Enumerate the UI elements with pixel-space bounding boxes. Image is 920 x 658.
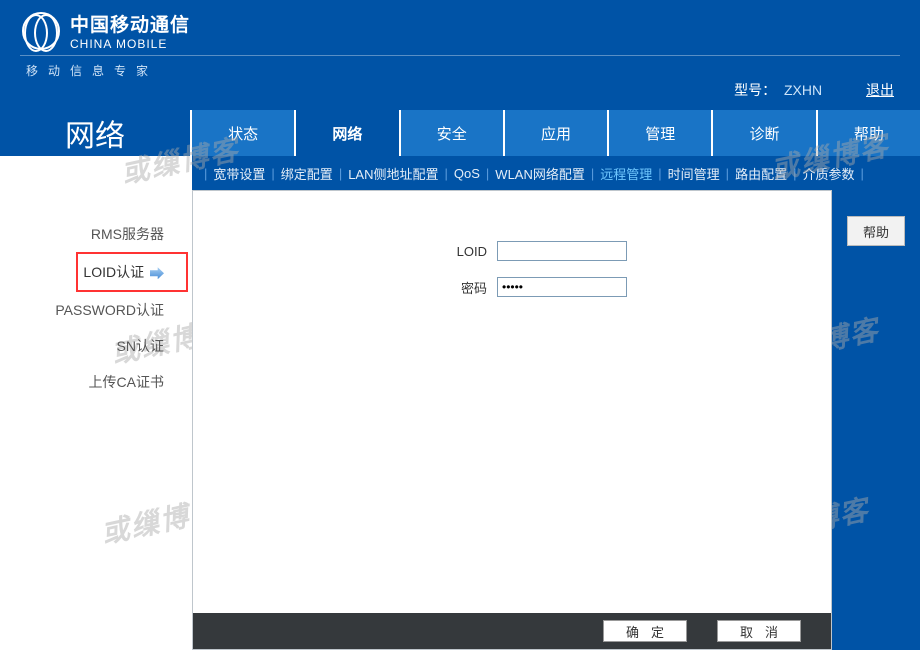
tab-help[interactable]: 帮助 <box>818 110 920 156</box>
tab-status[interactable]: 状态 <box>192 110 296 156</box>
sidebar-item-loid[interactable]: LOID认证 <box>76 252 188 292</box>
subnav-media[interactable]: 介质参数 <box>802 164 854 183</box>
sidebar-item-ca[interactable]: 上传CA证书 <box>0 364 192 400</box>
tab-security[interactable]: 安全 <box>401 110 505 156</box>
brand-text: 中国移动通信 CHINA MOBILE <box>70 10 190 51</box>
cancel-button[interactable]: 取消 <box>717 620 801 642</box>
right-bar: 帮助 <box>832 190 920 650</box>
sidebar-item-password[interactable]: PASSWORD认证 <box>0 292 192 328</box>
password-input[interactable] <box>497 277 627 297</box>
ok-button[interactable]: 确定 <box>603 620 687 642</box>
section-title: 网络 <box>0 110 192 156</box>
brand-slogan: 移动信息专家 <box>0 62 920 79</box>
action-bar: 确定 取消 <box>193 613 831 649</box>
tab-app[interactable]: 应用 <box>505 110 609 156</box>
loid-form: LOID 密码 <box>433 241 831 297</box>
subnav-qos[interactable]: QoS <box>454 166 480 181</box>
sidebar-item-label: LOID认证 <box>83 264 144 280</box>
brand-en: CHINA MOBILE <box>70 37 190 51</box>
subnav-route[interactable]: 路由配置 <box>735 164 787 183</box>
tab-diagnose[interactable]: 诊断 <box>713 110 817 156</box>
arrow-right-icon <box>150 267 164 279</box>
sidebar-item-sn[interactable]: SN认证 <box>0 328 192 364</box>
sidebar-item-rms[interactable]: RMS服务器 <box>0 216 192 252</box>
subnav-binding[interactable]: 绑定配置 <box>281 164 333 183</box>
tab-manage[interactable]: 管理 <box>609 110 713 156</box>
subnav-wlan[interactable]: WLAN网络配置 <box>495 164 585 183</box>
subnav-time[interactable]: 时间管理 <box>668 164 720 183</box>
subnav-lan[interactable]: LAN侧地址配置 <box>348 164 438 183</box>
header: 中国移动通信 CHINA MOBILE 移动信息专家 型号： ZXHN 退出 <box>0 0 920 110</box>
password-label: 密码 <box>433 278 487 297</box>
help-button[interactable]: 帮助 <box>847 216 905 246</box>
brand-cn: 中国移动通信 <box>70 10 190 37</box>
main-tabs: 状态 网络 安全 应用 管理 诊断 帮助 <box>192 110 920 156</box>
sidebar: RMS服务器 LOID认证 PASSWORD认证 SN认证 上传CA证书 <box>0 190 192 650</box>
model-value: ZXHN <box>784 82 822 98</box>
loid-input[interactable] <box>497 241 627 261</box>
subnav-remote[interactable]: 远程管理 <box>600 164 652 183</box>
brand-logo-icon <box>22 12 60 50</box>
loid-label: LOID <box>433 244 487 259</box>
header-status: 型号： ZXHN 退出 <box>734 80 894 100</box>
model-label: 型号： <box>734 82 776 98</box>
tab-network[interactable]: 网络 <box>296 110 400 156</box>
content-pane: LOID 密码 确定 取消 <box>192 190 832 650</box>
subnav-broadband[interactable]: 宽带设置 <box>213 164 265 183</box>
logout-link[interactable]: 退出 <box>866 82 894 98</box>
brand: 中国移动通信 CHINA MOBILE <box>0 0 920 51</box>
sub-nav: |宽带设置 |绑定配置 |LAN侧地址配置 |QoS |WLAN网络配置 |远程… <box>192 156 920 190</box>
